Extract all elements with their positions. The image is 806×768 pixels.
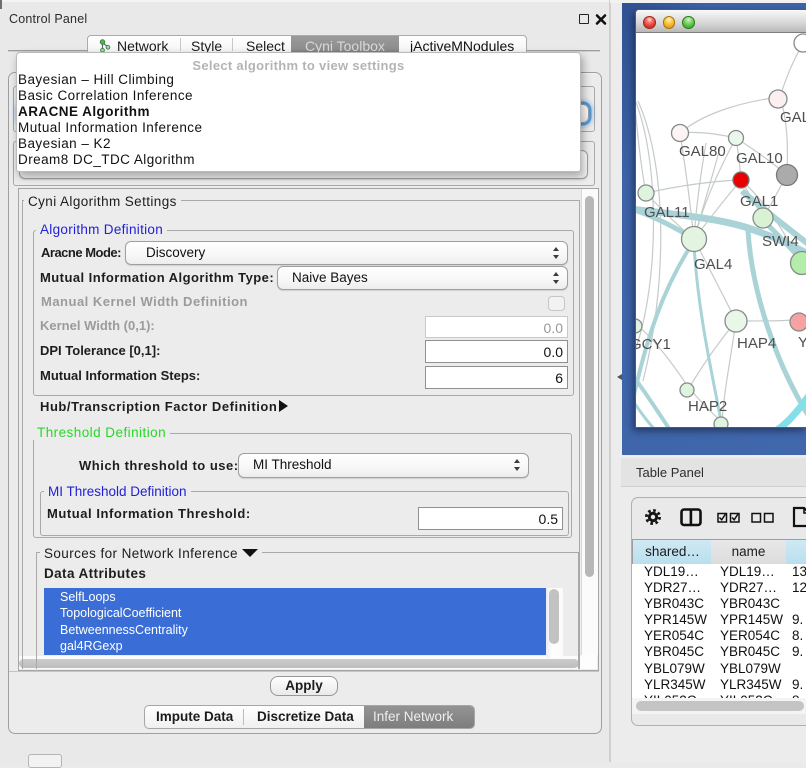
svg-text:GAL: GAL [780, 109, 806, 126]
svg-text:HAP4: HAP4 [737, 335, 776, 352]
svg-text:GAL11: GAL11 [644, 204, 690, 221]
svg-text:HAP2: HAP2 [688, 398, 727, 415]
svg-text:GAL1: GAL1 [740, 193, 778, 210]
svg-text:GCY1: GCY1 [636, 336, 671, 353]
svg-text:GAL10: GAL10 [736, 150, 783, 167]
svg-text:GAL80: GAL80 [679, 143, 726, 160]
svg-text:GAL4: GAL4 [694, 256, 732, 273]
svg-text:Y: Y [798, 334, 806, 351]
svg-text:SWI4: SWI4 [762, 233, 799, 250]
